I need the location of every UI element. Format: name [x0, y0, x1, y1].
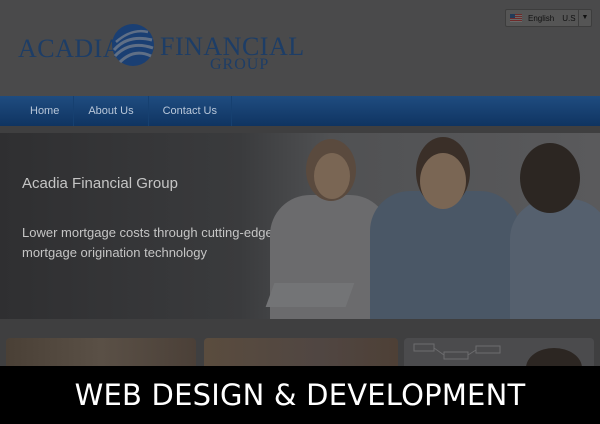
globe-logo-icon — [112, 24, 154, 66]
hero-subtitle: Lower mortgage costs through cutting-edg… — [22, 225, 273, 260]
nav-item-home[interactable]: Home — [0, 96, 75, 126]
site-header: ACADIA FINANCIAL GROUP English U.S ▼ — [0, 0, 600, 96]
hero-title: Acadia Financial Group — [22, 175, 178, 192]
hero-banner: Acadia Financial Group Lower mortgage co… — [0, 133, 600, 319]
banner-title: WEB DESIGN & DEVELOPMENT — [74, 378, 526, 412]
language-region: U.S — [562, 13, 576, 23]
main-nav: Home About Us Contact Us — [0, 96, 600, 126]
thumbnail-photo[interactable] — [6, 338, 196, 368]
flowchart-icon — [413, 343, 582, 368]
nav-item-about-us[interactable]: About Us — [74, 96, 149, 126]
company-logo[interactable]: ACADIA FINANCIAL GROUP — [18, 20, 304, 74]
chevron-down-icon[interactable]: ▼ — [578, 10, 591, 26]
language-selector[interactable]: English U.S ▼ — [505, 9, 592, 27]
category-banner: WEB DESIGN & DEVELOPMENT — [0, 366, 600, 424]
nav-item-contact-us[interactable]: Contact Us — [149, 96, 233, 126]
thumbnail-diagram[interactable] — [404, 338, 594, 368]
website-screenshot: ACADIA FINANCIAL GROUP English U.S ▼ Hom… — [0, 0, 600, 424]
feature-thumbnails — [0, 332, 600, 368]
thumbnail-photo[interactable] — [204, 338, 398, 368]
us-flag-icon — [510, 14, 522, 22]
hero-photo-people — [265, 133, 600, 319]
logo-word-acadia: ACADIA — [18, 34, 123, 63]
language-label: English — [528, 13, 555, 23]
logo-word-group: GROUP — [210, 56, 270, 73]
